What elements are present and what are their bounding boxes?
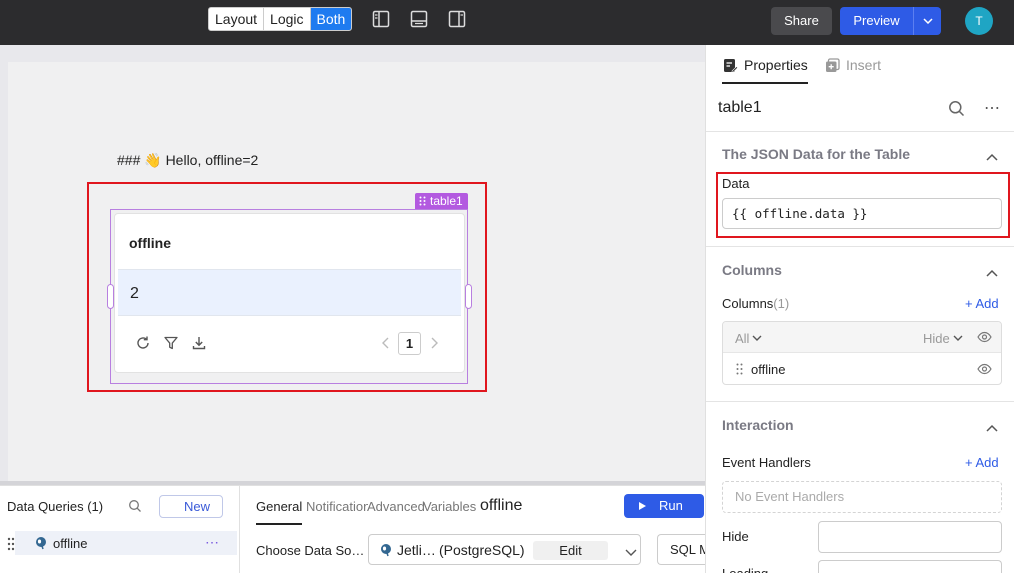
filter-icon[interactable] (163, 335, 179, 351)
chevron-up-icon[interactable] (986, 265, 998, 277)
divider (706, 131, 1014, 132)
columns-label: Columns(1) (722, 296, 789, 311)
table-column-header[interactable]: offline (129, 235, 171, 251)
columns-count: (1) (773, 296, 790, 311)
table-row[interactable] (118, 269, 461, 316)
bottom-panel-toggle-icon[interactable] (410, 10, 428, 28)
more-options-icon[interactable]: ⋯ (984, 98, 1000, 118)
divider (706, 401, 1014, 402)
search-icon[interactable] (128, 499, 142, 513)
new-query-button[interactable]: New (159, 495, 223, 518)
data-field-input[interactable]: {{ offline.data }} (722, 198, 1002, 229)
query-title[interactable]: offline (480, 497, 522, 515)
drag-handle-icon[interactable] (7, 537, 15, 551)
mode-switcher: Layout Logic Both (208, 7, 353, 31)
resize-handle-right[interactable] (465, 284, 472, 309)
chevron-up-icon[interactable] (986, 420, 998, 432)
edit-datasource-button[interactable]: Edit (533, 541, 608, 560)
tab-properties-label: Properties (744, 57, 808, 73)
preview-button[interactable]: Preview (840, 7, 913, 35)
current-page-button[interactable]: 1 (398, 332, 421, 355)
query-list-item[interactable] (15, 531, 237, 555)
more-options-icon[interactable]: ⋯ (205, 534, 219, 551)
insert-icon (826, 57, 840, 72)
run-button[interactable]: Run (624, 494, 704, 518)
search-icon[interactable] (948, 100, 965, 120)
loading-input[interactable] (818, 560, 1002, 573)
user-avatar[interactable]: T (965, 7, 993, 35)
top-bar: Layout Logic Both Share Preview T (0, 0, 1014, 45)
event-handlers-empty: No Event Handlers (722, 481, 1002, 513)
divider (706, 246, 1014, 247)
left-panel-toggle-icon[interactable] (372, 10, 390, 28)
filter-all-select[interactable]: All (735, 331, 762, 346)
mode-both-button[interactable]: Both (310, 8, 352, 30)
preview-dropdown-button[interactable] (913, 7, 941, 35)
event-handlers-label: Event Handlers (722, 455, 811, 470)
table-cell: 2 (130, 285, 139, 302)
filter-hide-label: Hide (923, 331, 950, 346)
resize-handle-left[interactable] (107, 284, 114, 309)
active-tab-underline (722, 82, 808, 84)
tab-insert-label: Insert (846, 57, 882, 73)
column-item-label[interactable]: offline (751, 362, 785, 377)
component-name[interactable]: table1 (718, 99, 762, 117)
datasource-name: Jetli… (397, 542, 436, 558)
drag-handle-icon[interactable] (736, 363, 743, 378)
add-event-handler-button[interactable]: + Add (965, 455, 999, 470)
refresh-icon[interactable] (135, 335, 151, 351)
datasource-select[interactable]: Jetli… (PostgreSQL) Edit (368, 534, 641, 565)
hide-input[interactable] (818, 521, 1002, 553)
filter-all-label: All (735, 331, 750, 346)
columns-section-title[interactable]: Columns (722, 262, 782, 278)
loading-label: Loading (722, 567, 768, 573)
share-button[interactable]: Share (771, 7, 832, 35)
columns-list: All Hide offline (722, 321, 1002, 385)
postgresql-icon (34, 536, 48, 550)
tab-general[interactable]: General (256, 499, 302, 514)
filter-hide-select[interactable]: Hide (923, 331, 963, 346)
download-icon[interactable] (191, 335, 207, 351)
chevron-down-icon (922, 18, 933, 24)
properties-icon (724, 58, 738, 72)
chevron-down-icon (625, 545, 637, 556)
datasource-type: (PostgreSQL) (439, 542, 525, 558)
add-column-button[interactable]: + Add (965, 296, 999, 311)
tab-variables[interactable]: Variables (423, 499, 476, 514)
prev-page-icon[interactable] (380, 336, 392, 350)
eye-icon[interactable] (977, 331, 992, 346)
data-queries-title: Data Queries (1) (7, 499, 104, 514)
postgresql-icon (379, 543, 393, 557)
choose-datasource-label: Choose Data So… (256, 543, 365, 558)
eye-icon[interactable] (977, 363, 992, 378)
chevron-down-icon (953, 335, 963, 341)
data-queries-list: Data Queries (1) New offline ⋯ (0, 486, 240, 573)
tab-properties[interactable]: Properties (723, 57, 808, 73)
chevron-up-icon[interactable] (986, 149, 998, 161)
table-tag[interactable]: table1 (415, 193, 468, 209)
markdown-text[interactable]: ### 👋 Hello, offline=2 (117, 152, 258, 169)
columns-label-text: Columns (722, 296, 774, 311)
hide-label: Hide (722, 529, 749, 544)
mode-layout-button[interactable]: Layout (209, 8, 265, 30)
query-panel: Data Queries (1) New offline ⋯ General N… (0, 485, 705, 573)
drag-handle-icon (419, 196, 426, 206)
table-tag-label: table1 (430, 194, 463, 208)
chevron-down-icon (752, 335, 762, 341)
active-tab-underline (256, 523, 302, 525)
play-icon (639, 502, 646, 510)
run-label: Run (659, 498, 683, 513)
interaction-section-title[interactable]: Interaction (722, 417, 794, 433)
next-page-icon[interactable] (428, 336, 440, 350)
tab-insert[interactable]: Insert (825, 57, 881, 73)
tab-notification[interactable]: Notification (306, 499, 368, 514)
tab-advanced[interactable]: Advanced (367, 499, 425, 514)
mode-logic-button[interactable]: Logic (264, 8, 311, 30)
properties-panel: Properties Insert table1 ⋯ The JSON Data… (705, 45, 1014, 573)
data-field-label: Data (722, 176, 750, 191)
query-name: offline (53, 536, 88, 551)
data-section-title[interactable]: The JSON Data for the Table (722, 146, 910, 162)
right-panel-toggle-icon[interactable] (448, 10, 466, 28)
sql-mode-button[interactable]: SQL M (657, 534, 705, 565)
